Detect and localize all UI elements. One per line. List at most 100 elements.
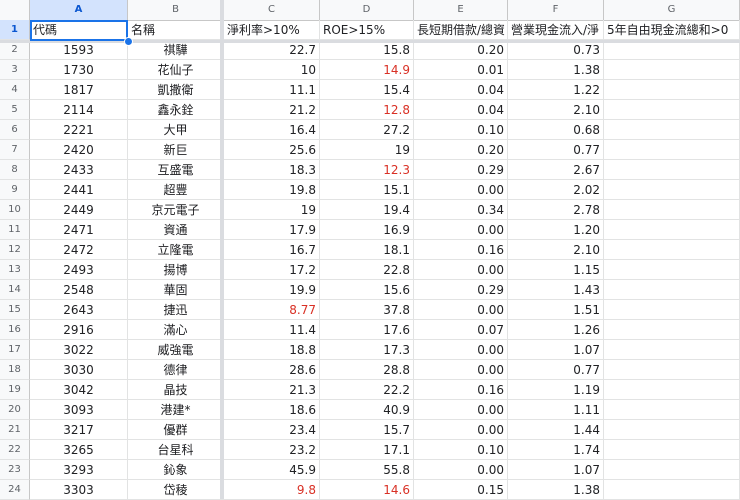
cashflow-ratio-cell[interactable]: 1.07 <box>508 460 604 480</box>
debt-ratio-cell[interactable]: 0.00 <box>414 420 508 440</box>
row-header[interactable]: 8 <box>0 160 30 180</box>
debt-ratio-cell[interactable]: 0.00 <box>414 340 508 360</box>
row-header[interactable]: 17 <box>0 340 30 360</box>
name-cell[interactable]: 花仙子 <box>128 60 224 80</box>
name-cell[interactable]: 祺驊 <box>128 40 224 60</box>
row-header[interactable]: 7 <box>0 140 30 160</box>
roe-cell[interactable]: 22.8 <box>320 260 414 280</box>
code-cell[interactable]: 3042 <box>30 380 128 400</box>
net-margin-cell[interactable]: 19.8 <box>224 180 320 200</box>
name-cell[interactable]: 鑫永銓 <box>128 100 224 120</box>
debt-ratio-cell[interactable]: 0.10 <box>414 440 508 460</box>
net-margin-cell[interactable]: 8.77 <box>224 300 320 320</box>
row-header[interactable]: 16 <box>0 320 30 340</box>
roe-cell[interactable]: 12.8 <box>320 100 414 120</box>
empty-cell[interactable] <box>604 40 740 60</box>
cashflow-ratio-cell[interactable]: 1.43 <box>508 280 604 300</box>
name-cell[interactable]: 互盛電 <box>128 160 224 180</box>
net-margin-cell[interactable]: 19 <box>224 200 320 220</box>
net-margin-cell[interactable]: 25.6 <box>224 140 320 160</box>
cashflow-ratio-cell[interactable]: 2.10 <box>508 100 604 120</box>
code-cell[interactable]: 2548 <box>30 280 128 300</box>
net-margin-cell[interactable]: 11.4 <box>224 320 320 340</box>
column-header-b[interactable]: B <box>128 0 224 20</box>
debt-ratio-cell[interactable]: 0.00 <box>414 460 508 480</box>
net-margin-cell[interactable]: 18.6 <box>224 400 320 420</box>
net-margin-cell[interactable]: 9.8 <box>224 480 320 500</box>
empty-cell[interactable] <box>604 120 740 140</box>
code-cell[interactable]: 1593 <box>30 40 128 60</box>
debt-ratio-cell[interactable]: 0.15 <box>414 480 508 500</box>
debt-ratio-cell[interactable]: 0.16 <box>414 380 508 400</box>
cashflow-ratio-cell[interactable]: 2.78 <box>508 200 604 220</box>
freeze-row-divider[interactable] <box>0 40 740 43</box>
code-cell[interactable]: 1730 <box>30 60 128 80</box>
roe-cell[interactable]: 15.7 <box>320 420 414 440</box>
row-header[interactable]: 12 <box>0 240 30 260</box>
empty-cell[interactable] <box>604 420 740 440</box>
row-header[interactable]: 15 <box>0 300 30 320</box>
debt-ratio-cell[interactable]: 0.00 <box>414 300 508 320</box>
name-cell[interactable]: 新巨 <box>128 140 224 160</box>
empty-cell[interactable] <box>604 300 740 320</box>
code-cell[interactable]: 2472 <box>30 240 128 260</box>
fill-handle[interactable] <box>124 37 133 46</box>
empty-cell[interactable] <box>604 240 740 260</box>
roe-cell[interactable]: 40.9 <box>320 400 414 420</box>
debt-ratio-cell[interactable]: 0.20 <box>414 40 508 60</box>
cashflow-ratio-cell[interactable]: 1.38 <box>508 60 604 80</box>
column-header-d[interactable]: D <box>320 0 414 20</box>
net-margin-cell[interactable]: 19.9 <box>224 280 320 300</box>
empty-cell[interactable] <box>604 440 740 460</box>
code-cell[interactable]: 2420 <box>30 140 128 160</box>
cashflow-ratio-cell[interactable]: 0.73 <box>508 40 604 60</box>
header-cell[interactable]: ROE>15% <box>320 20 414 40</box>
cashflow-ratio-cell[interactable]: 2.67 <box>508 160 604 180</box>
debt-ratio-cell[interactable]: 0.00 <box>414 400 508 420</box>
code-cell[interactable]: 2433 <box>30 160 128 180</box>
debt-ratio-cell[interactable]: 0.29 <box>414 280 508 300</box>
cashflow-ratio-cell[interactable]: 0.68 <box>508 120 604 140</box>
freeze-column-divider[interactable] <box>220 0 224 499</box>
code-cell[interactable]: 3217 <box>30 420 128 440</box>
row-header[interactable]: 10 <box>0 200 30 220</box>
row-header[interactable]: 1 <box>0 20 30 40</box>
roe-cell[interactable]: 17.3 <box>320 340 414 360</box>
roe-cell[interactable]: 17.1 <box>320 440 414 460</box>
cashflow-ratio-cell[interactable]: 1.26 <box>508 320 604 340</box>
roe-cell[interactable]: 37.8 <box>320 300 414 320</box>
row-header[interactable]: 5 <box>0 100 30 120</box>
row-header[interactable]: 20 <box>0 400 30 420</box>
name-cell[interactable]: 岱稜 <box>128 480 224 500</box>
column-header-e[interactable]: E <box>414 0 508 20</box>
cashflow-ratio-cell[interactable]: 0.77 <box>508 140 604 160</box>
name-cell[interactable]: 德律 <box>128 360 224 380</box>
name-cell[interactable]: 晶技 <box>128 380 224 400</box>
name-cell[interactable]: 立隆電 <box>128 240 224 260</box>
row-header[interactable]: 13 <box>0 260 30 280</box>
empty-cell[interactable] <box>604 60 740 80</box>
net-margin-cell[interactable]: 23.4 <box>224 420 320 440</box>
name-cell[interactable]: 優群 <box>128 420 224 440</box>
debt-ratio-cell[interactable]: 0.20 <box>414 140 508 160</box>
cashflow-ratio-cell[interactable]: 1.19 <box>508 380 604 400</box>
row-header[interactable]: 2 <box>0 40 30 60</box>
column-header-a[interactable]: A <box>30 0 128 20</box>
cashflow-ratio-cell[interactable]: 1.11 <box>508 400 604 420</box>
net-margin-cell[interactable]: 17.2 <box>224 260 320 280</box>
roe-cell[interactable]: 15.8 <box>320 40 414 60</box>
code-cell[interactable]: 2493 <box>30 260 128 280</box>
empty-cell[interactable] <box>604 180 740 200</box>
debt-ratio-cell[interactable]: 0.04 <box>414 80 508 100</box>
roe-cell[interactable]: 15.4 <box>320 80 414 100</box>
debt-ratio-cell[interactable]: 0.07 <box>414 320 508 340</box>
roe-cell[interactable]: 16.9 <box>320 220 414 240</box>
row-header[interactable]: 23 <box>0 460 30 480</box>
name-cell[interactable]: 威強電 <box>128 340 224 360</box>
name-cell[interactable]: 台星科 <box>128 440 224 460</box>
empty-cell[interactable] <box>604 480 740 500</box>
row-header[interactable]: 3 <box>0 60 30 80</box>
roe-cell[interactable]: 19.4 <box>320 200 414 220</box>
net-margin-cell[interactable]: 10 <box>224 60 320 80</box>
name-cell[interactable]: 滿心 <box>128 320 224 340</box>
